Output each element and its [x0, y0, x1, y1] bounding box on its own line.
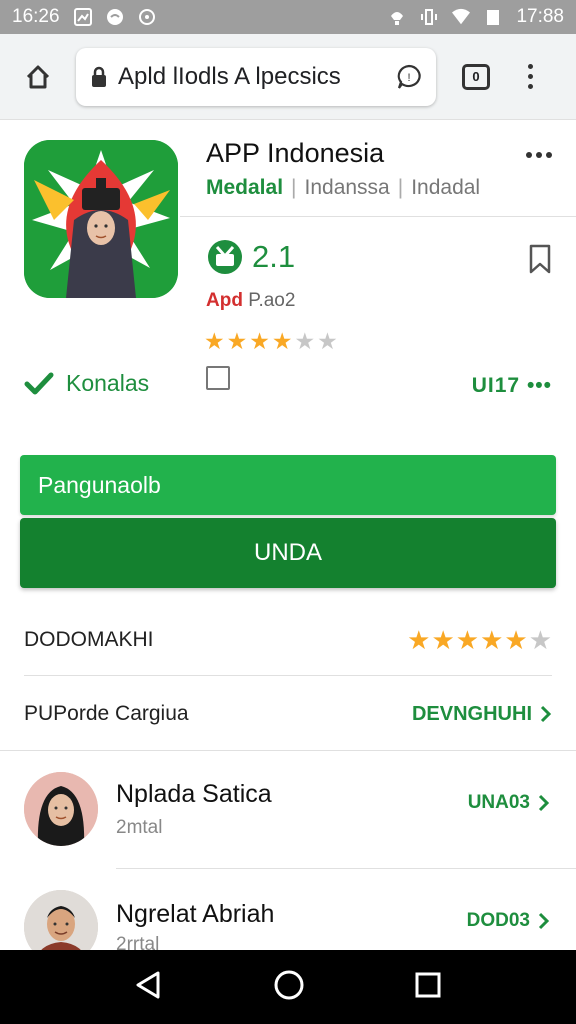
browser-menu-button[interactable]: [524, 64, 536, 89]
svg-text:!: !: [407, 72, 410, 84]
star-icon: ★: [504, 624, 528, 655]
user-action-label: UNA03: [467, 792, 530, 813]
vibrate-icon: [420, 8, 438, 26]
rating-value: 2.1: [252, 239, 296, 274]
checkbox[interactable]: [206, 366, 230, 390]
more-options-button[interactable]: [526, 152, 552, 158]
rating-row-label: DODOMAKHI: [24, 628, 154, 651]
chevron-right-icon: [538, 912, 550, 930]
home-icon: [26, 65, 50, 88]
chevron-right-icon: [538, 794, 550, 812]
explore-action[interactable]: DEVNGHUHI: [412, 703, 552, 726]
tabs-button[interactable]: 0: [462, 63, 490, 90]
rating-summary: 2.1: [206, 238, 295, 276]
star-icon: ★: [226, 328, 248, 354]
explore-row[interactable]: PUPorde Cargiua DEVNGHUHI: [0, 694, 576, 734]
battery-icon: [484, 8, 502, 26]
ad-label: Apd: [206, 290, 243, 311]
divider: [24, 675, 552, 676]
rating-stars: ★ ★ ★ ★ ★ ★: [204, 328, 338, 355]
star-icon: ★: [294, 328, 316, 354]
checkmark-icon: [24, 372, 54, 394]
primary-action-button[interactable]: Pangunaolb: [20, 455, 556, 515]
rating-row[interactable]: DODOMAKHI ★ ★ ★ ★ ★ ★: [0, 620, 576, 660]
avatar: [24, 772, 98, 846]
user-name: Ngrelat Abriah: [116, 900, 275, 928]
wifi-icon: [452, 8, 471, 26]
category-tag[interactable]: Indadal: [411, 176, 480, 200]
home-circle-icon: [274, 970, 304, 999]
app-icon: [24, 140, 178, 298]
bookmark-icon: [529, 244, 551, 274]
explore-action-label: DEVNGHUHI: [411, 702, 532, 725]
chat-bubble-icon[interactable]: !: [396, 64, 422, 90]
home-button[interactable]: [16, 55, 60, 99]
back-button[interactable]: [134, 970, 164, 1005]
chat-notification-icon: [106, 8, 124, 26]
app-page: APP Indonesia Medalal | Indanssa | Indad…: [0, 120, 576, 964]
uid-text: UI17: [471, 374, 521, 397]
rating-row-stars: ★ ★ ★ ★ ★ ★: [407, 625, 552, 656]
user-name: Nplada Satica: [116, 780, 272, 808]
star-icon: ★: [317, 328, 338, 354]
url-text: Apld lIodls A lpecsics: [118, 62, 341, 90]
recents-square-icon: [415, 972, 441, 997]
star-icon: ★: [271, 328, 293, 354]
star-icon: ★: [528, 624, 552, 655]
star-icon: ★: [407, 624, 431, 655]
divider: [0, 750, 576, 751]
app-tags: Medalal | Indanssa | Indadal: [206, 176, 480, 200]
star-icon: ★: [480, 624, 504, 655]
lock-icon: [92, 66, 106, 87]
image-notification-icon: [73, 8, 92, 26]
star-icon: ★: [455, 624, 480, 655]
uid-link[interactable]: UI17 •••: [472, 374, 552, 398]
verified-badge: Konalas: [24, 370, 149, 397]
user-subtitle: 2mtal: [116, 817, 163, 838]
ad-info: Apd P.ao2: [206, 290, 295, 312]
star-icon: ★: [249, 328, 270, 354]
list-item[interactable]: Ngrelat Abriah 2rrtal DOD03: [0, 880, 576, 964]
tag-separator: |: [291, 176, 297, 199]
user-action-label: DOD03: [466, 910, 530, 931]
status-time-right: 17:88: [516, 6, 564, 27]
user-action-link[interactable]: DOD03: [467, 910, 550, 932]
ellipsis-icon: •••: [520, 374, 552, 397]
system-nav-bar: [0, 950, 576, 1024]
app-title: APP Indonesia: [206, 138, 385, 168]
divider: [116, 868, 576, 869]
star-icon: ★: [204, 328, 225, 354]
alert-icon: [388, 8, 406, 26]
divider: [180, 216, 576, 217]
sync-notification-icon: [138, 8, 156, 26]
list-item[interactable]: Nplada Satica 2mtal UNA03: [0, 760, 576, 860]
browser-toolbar: Apld lIodls A lpecsics ! 0: [0, 34, 576, 120]
star-icon: ★: [431, 624, 455, 655]
status-time-left: 16:26: [12, 6, 60, 27]
back-triangle-icon: [136, 971, 160, 998]
ad-text: P.ao2: [248, 290, 296, 311]
explore-row-label: PUPorde Cargiua: [24, 702, 189, 725]
address-bar[interactable]: Apld lIodls A lpecsics !: [76, 47, 436, 106]
install-button[interactable]: UNDA: [20, 518, 556, 588]
category-tag[interactable]: Indanssa: [305, 176, 390, 200]
chevron-right-icon: [540, 705, 552, 723]
verified-label: Konalas: [66, 370, 150, 396]
rating-badge-icon: [208, 240, 242, 274]
status-bar: 16:26 17:88: [0, 0, 576, 34]
tag-separator: |: [397, 176, 404, 199]
home-nav-button[interactable]: [273, 969, 305, 1006]
developer-link[interactable]: Medalal: [206, 176, 283, 200]
recents-button[interactable]: [414, 971, 442, 1004]
user-action-link[interactable]: UNA03: [468, 792, 550, 814]
bookmark-button[interactable]: [528, 244, 552, 279]
